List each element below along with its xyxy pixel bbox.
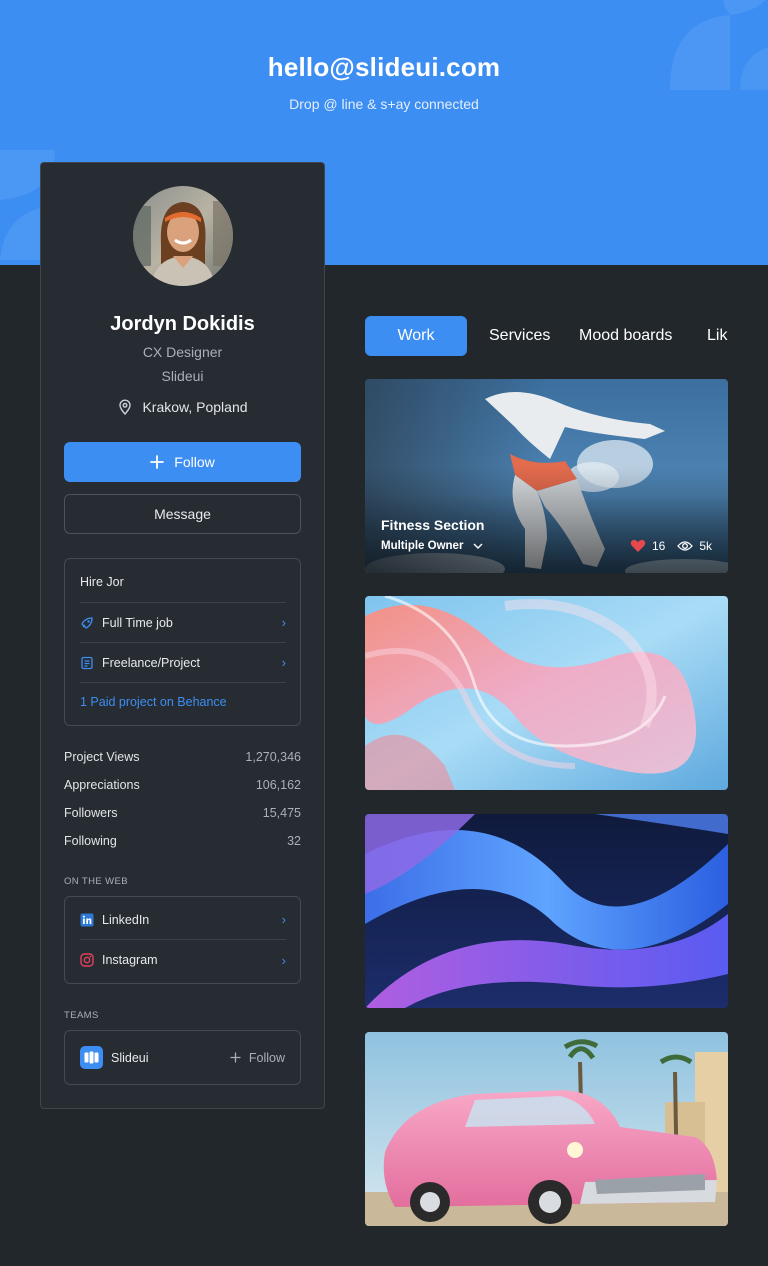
profile-company: Slideui bbox=[161, 368, 204, 384]
tab-work[interactable]: Work bbox=[365, 316, 467, 356]
project-owner-label: Multiple Owner bbox=[381, 540, 464, 552]
chevron-right-icon: › bbox=[281, 952, 286, 968]
message-button[interactable]: Message bbox=[64, 494, 301, 534]
likes-value: 16 bbox=[651, 539, 666, 553]
web-link-label: LinkedIn bbox=[102, 912, 150, 927]
team-follow-button[interactable]: Follow bbox=[230, 1051, 285, 1065]
project-thumbnail bbox=[365, 596, 728, 790]
tab-likes[interactable]: Lik bbox=[707, 316, 727, 356]
web-link-label: Instagram bbox=[102, 953, 158, 967]
stats-list: Project Views 1,270,346 Appreciations 10… bbox=[64, 750, 301, 862]
plus-icon bbox=[230, 1052, 241, 1063]
portfolio-tabs: Work Services Mood boards Lik bbox=[365, 316, 768, 356]
eye-icon bbox=[677, 541, 694, 551]
tab-mood-boards[interactable]: Mood boards bbox=[579, 316, 672, 356]
stat-value: 32 bbox=[287, 834, 301, 848]
hire-option-freelance[interactable]: Freelance/Project › bbox=[80, 642, 286, 682]
stat-row: Project Views 1,270,346 bbox=[64, 750, 301, 778]
decorative-shape bbox=[670, 0, 768, 90]
linkedin-icon bbox=[80, 913, 94, 927]
project-stats: 16 5k bbox=[630, 539, 712, 553]
hire-option-full-time[interactable]: Full Time job › bbox=[80, 602, 286, 642]
stat-value: 106,162 bbox=[255, 778, 301, 792]
stat-row: Appreciations 106,162 bbox=[64, 778, 301, 806]
profile-card: Jordyn Dokidis CX Designer Slideui Krako… bbox=[40, 162, 325, 1109]
team-name: Slideui bbox=[111, 1050, 149, 1065]
document-icon bbox=[80, 656, 94, 670]
team-follow-label: Follow bbox=[248, 1050, 285, 1065]
follow-button-label: Follow bbox=[174, 454, 215, 470]
tab-services[interactable]: Services bbox=[489, 316, 550, 356]
project-owner-dropdown[interactable]: Multiple Owner bbox=[381, 540, 483, 552]
chevron-right-icon: › bbox=[281, 615, 286, 630]
stat-row: Followers 15,475 bbox=[64, 806, 301, 834]
instagram-icon bbox=[80, 953, 94, 967]
project-card-glass-waves[interactable] bbox=[365, 596, 728, 790]
hire-title: Hire Jor bbox=[80, 575, 124, 589]
project-thumbnail bbox=[365, 1032, 728, 1226]
chevron-right-icon: › bbox=[281, 655, 286, 670]
divider bbox=[80, 682, 286, 683]
teams-heading: TEAMS bbox=[64, 1010, 99, 1021]
contact-email[interactable]: hello@slideui.com bbox=[0, 52, 768, 83]
chevron-right-icon: › bbox=[281, 912, 286, 927]
linkedin-link[interactable]: LinkedIn › bbox=[80, 900, 286, 940]
profile-location: Krakow, Popland bbox=[41, 399, 324, 415]
stat-label: Following bbox=[64, 834, 117, 848]
profile-name: Jordyn Dokidis bbox=[110, 313, 255, 335]
avatar bbox=[133, 186, 233, 286]
hire-option-label: Full Time job bbox=[102, 615, 173, 630]
follow-button[interactable]: Follow bbox=[64, 442, 301, 482]
hire-panel: Hire Jor Full Time job › Freelance/Proje… bbox=[64, 558, 301, 726]
project-card-pink-car[interactable] bbox=[365, 1032, 728, 1226]
project-card-fitness[interactable]: Fitness Section Multiple Owner 16 5k bbox=[365, 379, 728, 573]
views-value: 5k bbox=[699, 539, 712, 553]
location-label: Krakow, Popland bbox=[142, 399, 248, 415]
location-pin-icon bbox=[119, 399, 132, 415]
likes-count[interactable]: 16 bbox=[630, 539, 665, 553]
team-row: Slideui Follow bbox=[64, 1030, 301, 1085]
stat-label: Project Views bbox=[64, 750, 140, 764]
stat-label: Appreciations bbox=[64, 778, 140, 792]
team-logo-icon bbox=[80, 1046, 103, 1069]
chevron-down-icon bbox=[473, 543, 483, 549]
project-thumbnail bbox=[365, 814, 728, 1008]
stat-label: Followers bbox=[64, 806, 118, 820]
stat-value: 1,270,346 bbox=[245, 750, 301, 764]
message-button-label: Message bbox=[154, 506, 211, 522]
plus-icon bbox=[150, 455, 165, 469]
stat-value: 15,475 bbox=[262, 806, 301, 820]
instagram-link[interactable]: Instagram › bbox=[80, 940, 286, 980]
web-links-panel: LinkedIn › Instagram › bbox=[64, 896, 301, 984]
profile-role: CX Designer bbox=[142, 344, 223, 360]
stat-row: Following 32 bbox=[64, 834, 301, 862]
hire-option-label: Freelance/Project bbox=[102, 655, 200, 670]
hero-tagline: Drop @ line & s+ay connected bbox=[289, 96, 479, 112]
rocket-icon bbox=[80, 616, 94, 630]
project-card-blue-ribbons[interactable] bbox=[365, 814, 728, 1008]
behance-projects-link[interactable]: 1 Paid project on Behance bbox=[80, 695, 227, 709]
project-title: Fitness Section bbox=[381, 517, 485, 533]
views-count: 5k bbox=[677, 539, 712, 553]
heart-icon bbox=[630, 539, 646, 552]
on-the-web-heading: ON THE WEB bbox=[64, 876, 128, 887]
